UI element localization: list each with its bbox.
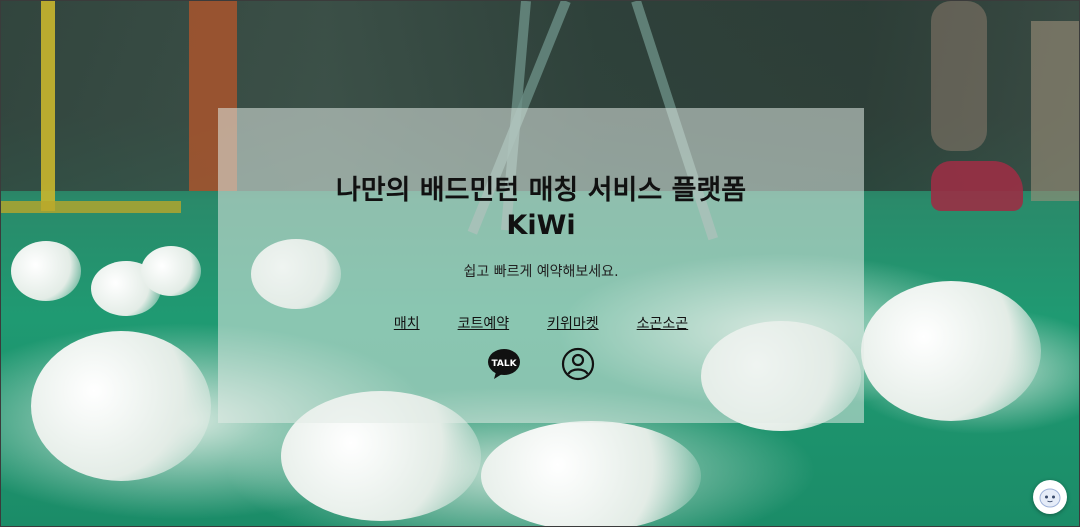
- main-nav: 매치 코트예약 키위마켓 소곤소곤: [218, 313, 864, 333]
- chatbot-icon: [1039, 488, 1061, 508]
- background-box: [1031, 21, 1079, 201]
- net-pole: [41, 1, 55, 211]
- shuttlecock: [481, 421, 701, 526]
- hero-subtitle: 쉽고 빠르게 예약해보세요.: [463, 264, 619, 280]
- shuttlecock: [11, 241, 81, 301]
- nav-link-kiwi-market[interactable]: 키위마켓: [547, 313, 599, 333]
- icon-row: TALK: [218, 346, 864, 382]
- nav-link-community[interactable]: 소곤소곤: [637, 313, 689, 333]
- hero-title: 나만의 배드민턴 매칭 서비스 플랫폼: [335, 175, 747, 206]
- nav-link-match[interactable]: 매치: [394, 313, 420, 333]
- hero-panel: 나만의 배드민턴 매칭 서비스 플랫폼 KiWi 쉽고 빠르게 예약해보세요. …: [218, 108, 864, 423]
- background-person: [931, 1, 987, 151]
- background-shoe: [931, 161, 1023, 211]
- kakao-talk-label: TALK: [491, 359, 517, 369]
- shuttlecock: [861, 281, 1041, 421]
- chatbot-button[interactable]: [1033, 480, 1067, 514]
- shuttlecock: [31, 331, 211, 481]
- shuttlecock: [141, 246, 201, 296]
- net-pole-base: [1, 201, 181, 213]
- user-profile-icon[interactable]: [560, 346, 596, 382]
- brand-name: KiWi: [506, 210, 576, 241]
- page-frame: 나만의 배드민턴 매칭 서비스 플랫폼 KiWi 쉽고 빠르게 예약해보세요. …: [0, 0, 1080, 527]
- kakao-talk-icon[interactable]: TALK: [486, 346, 522, 382]
- nav-link-court-reservation[interactable]: 코트예약: [458, 313, 510, 333]
